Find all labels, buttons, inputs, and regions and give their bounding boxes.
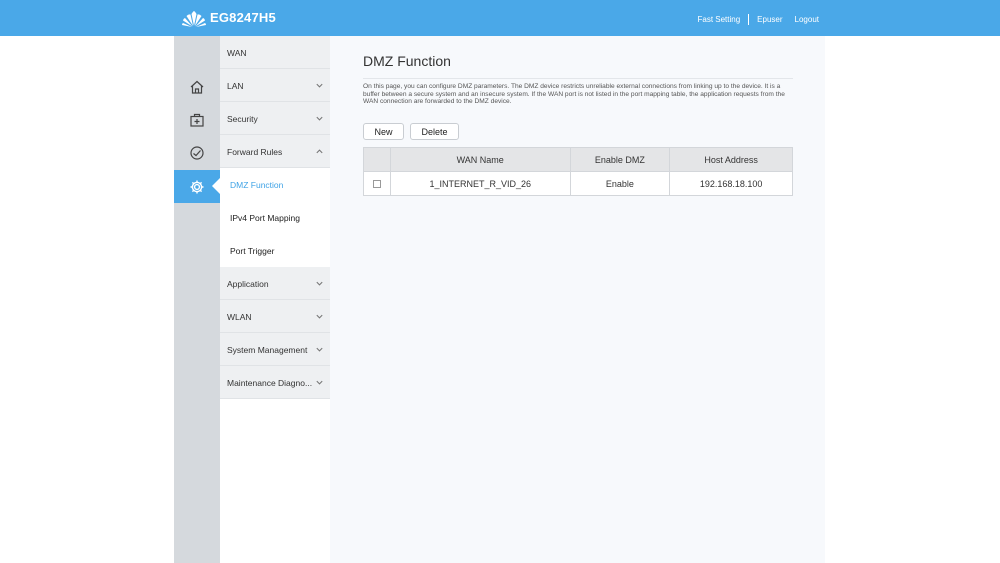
sidebar-item-label: Forward Rules <box>227 147 283 157</box>
sidebar-item-label: Security <box>227 114 258 124</box>
toolbox-icon <box>190 113 204 127</box>
device-model-title: EG8247H5 <box>210 10 276 25</box>
sidebar-item-lan[interactable]: LAN <box>220 69 330 102</box>
header-link-divider <box>748 14 750 25</box>
header-host-address: Host Address <box>669 147 793 172</box>
sidebar-subitem-label: DMZ Function <box>230 180 284 190</box>
title-divider <box>363 78 793 79</box>
sidebar-subitem-port-trigger[interactable]: Port Trigger <box>220 234 330 267</box>
header-links: Fast Setting Epuser Logout <box>697 14 819 25</box>
chevron-down-icon <box>316 347 323 352</box>
sidebar-item-label: WAN <box>227 48 247 58</box>
header-wan-name: WAN Name <box>389 147 571 172</box>
sidebar-item-application[interactable]: Application <box>220 267 330 300</box>
fast-setting-link[interactable]: Fast Setting <box>697 15 740 24</box>
sidebar-item-label: LAN <box>227 81 244 91</box>
active-indicator-arrow <box>212 178 220 194</box>
icon-navigation-bar <box>174 36 220 563</box>
cell-enable-dmz: Enable <box>569 171 671 196</box>
main-content: DMZ Function On this page, you can confi… <box>330 36 825 563</box>
header-enable-dmz: Enable DMZ <box>569 147 671 172</box>
sidebar-item-security[interactable]: Security <box>220 102 330 135</box>
row-select-cell <box>363 171 391 196</box>
sidebar-subitem-label: Port Trigger <box>230 246 275 256</box>
iconbar-home[interactable] <box>174 70 220 103</box>
sidebar-item-wlan[interactable]: WLAN <box>220 300 330 333</box>
sidebar-subitem-ipv4-port-mapping[interactable]: IPv4 Port Mapping <box>220 201 330 234</box>
diagnostic-gauge-icon <box>190 145 204 160</box>
chevron-down-icon <box>316 380 323 385</box>
row-checkbox[interactable] <box>372 180 381 189</box>
sidebar-item-label: Application <box>227 279 269 289</box>
sidebar-menu: WAN LAN Security Forward Rules DMZ Funct… <box>220 36 330 563</box>
top-header-bar: EG8247H5 Fast Setting Epuser Logout <box>0 0 1000 36</box>
iconbar-advanced[interactable] <box>174 103 220 136</box>
sidebar-subitem-dmz-function[interactable]: DMZ Function <box>220 168 330 201</box>
user-link[interactable]: Epuser <box>757 15 782 24</box>
chevron-down-icon <box>316 116 323 121</box>
huawei-logo-icon <box>182 11 206 27</box>
sidebar-item-maintenance-diagnosis[interactable]: Maintenance Diagno... <box>220 366 330 399</box>
sidebar-subitem-label: IPv4 Port Mapping <box>230 213 300 223</box>
home-icon <box>190 80 204 94</box>
cell-host-address: 192.168.18.100 <box>669 171 793 196</box>
sidebar-item-system-management[interactable]: System Management <box>220 333 330 366</box>
page-title: DMZ Function <box>363 53 451 69</box>
sidebar-item-forward-rules[interactable]: Forward Rules <box>220 135 330 168</box>
chevron-down-icon <box>316 281 323 286</box>
new-button[interactable]: New <box>363 123 404 140</box>
page-description: On this page, you can configure DMZ para… <box>363 83 785 106</box>
cell-wan-name: 1_INTERNET_R_VID_26 <box>389 171 571 196</box>
table-row[interactable]: 1_INTERNET_R_VID_26 Enable 192.168.18.10… <box>363 171 793 196</box>
sidebar-item-label: Maintenance Diagno... <box>227 378 313 388</box>
sidebar-item-wan[interactable]: WAN <box>220 36 330 69</box>
dmz-table: WAN Name Enable DMZ Host Address 1_INTER… <box>363 147 793 196</box>
chevron-down-icon <box>316 314 323 319</box>
sidebar-item-label: System Management <box>227 345 308 355</box>
table-header-row: WAN Name Enable DMZ Host Address <box>363 147 793 172</box>
iconbar-status[interactable] <box>174 136 220 169</box>
header-select-cell <box>363 147 391 172</box>
sidebar-item-label: WLAN <box>227 312 252 322</box>
logout-link[interactable]: Logout <box>795 15 819 24</box>
gear-icon <box>190 180 204 193</box>
delete-button[interactable]: Delete <box>410 123 459 140</box>
chevron-down-icon <box>316 83 323 88</box>
chevron-up-icon <box>316 149 323 154</box>
